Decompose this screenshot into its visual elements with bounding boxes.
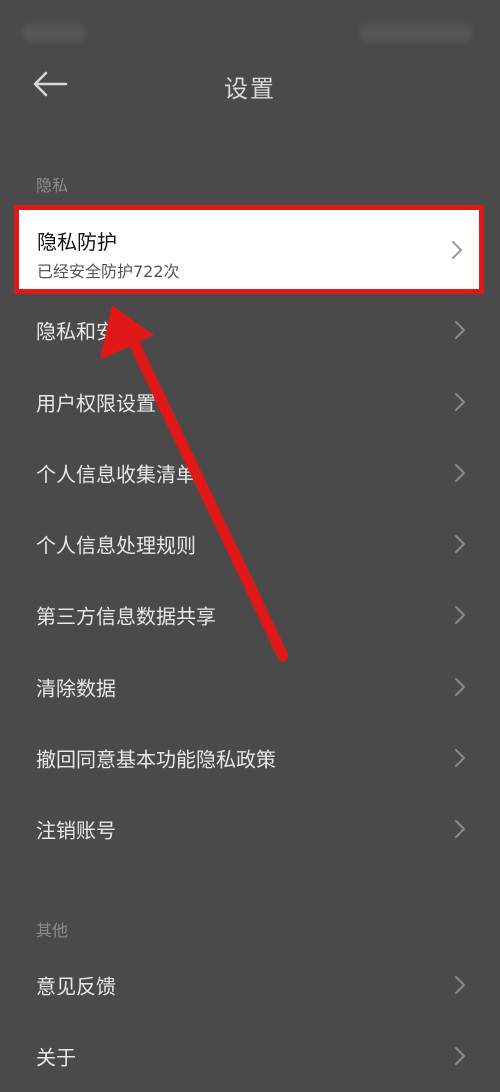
settings-item-about[interactable]: 关于	[0, 1020, 500, 1092]
status-bar-left-blurred	[22, 24, 86, 42]
section-label-privacy: 隐私	[36, 176, 69, 195]
chevron-right-icon	[455, 1047, 465, 1065]
settings-item-label: 个人信息处理规则	[36, 533, 196, 558]
chevron-right-icon	[455, 393, 465, 411]
settings-item-withdraw-consent[interactable]: 撤回同意基本功能隐私政策	[0, 722, 500, 794]
settings-item-label: 关于	[36, 1045, 76, 1070]
settings-item-label: 意见反馈	[36, 974, 116, 999]
settings-item-label: 第三方信息数据共享	[36, 604, 216, 629]
chevron-right-icon	[452, 240, 462, 259]
section-label-other: 其他	[36, 921, 69, 940]
chevron-right-icon	[455, 678, 465, 696]
header: 设置	[0, 55, 500, 115]
settings-item-delete-account[interactable]: 注销账号	[0, 793, 500, 865]
settings-item-label: 隐私和安全	[36, 319, 136, 344]
settings-item-label: 清除数据	[36, 676, 116, 701]
settings-item-user-permissions[interactable]: 用户权限设置	[0, 366, 500, 438]
settings-item-label: 用户权限设置	[36, 391, 156, 416]
chevron-right-icon	[455, 321, 465, 339]
privacy-protection-item[interactable]: 隐私防护 已经安全防护722次	[14, 205, 484, 294]
chevron-right-icon	[455, 820, 465, 838]
settings-item-info-processing-rules[interactable]: 个人信息处理规则	[0, 508, 500, 580]
chevron-right-icon	[455, 976, 465, 994]
settings-item-label: 注销账号	[36, 818, 116, 843]
page-title: 设置	[224, 75, 276, 103]
status-bar	[0, 0, 500, 60]
settings-item-third-party-sharing[interactable]: 第三方信息数据共享	[0, 579, 500, 651]
chevron-right-icon	[455, 464, 465, 482]
settings-item-clear-data[interactable]: 清除数据	[0, 651, 500, 723]
status-bar-right-blurred	[360, 24, 472, 42]
settings-item-info-collection-list[interactable]: 个人信息收集清单	[0, 437, 500, 509]
settings-item-feedback[interactable]: 意见反馈	[0, 949, 500, 1021]
privacy-protection-subtitle: 已经安全防护722次	[37, 262, 180, 281]
settings-item-privacy-security[interactable]: 隐私和安全	[0, 294, 500, 366]
settings-item-label: 个人信息收集清单	[36, 462, 196, 487]
chevron-right-icon	[455, 606, 465, 624]
privacy-protection-title: 隐私防护	[37, 230, 117, 254]
chevron-right-icon	[455, 749, 465, 767]
settings-item-label: 撤回同意基本功能隐私政策	[36, 747, 276, 772]
chevron-right-icon	[455, 535, 465, 553]
